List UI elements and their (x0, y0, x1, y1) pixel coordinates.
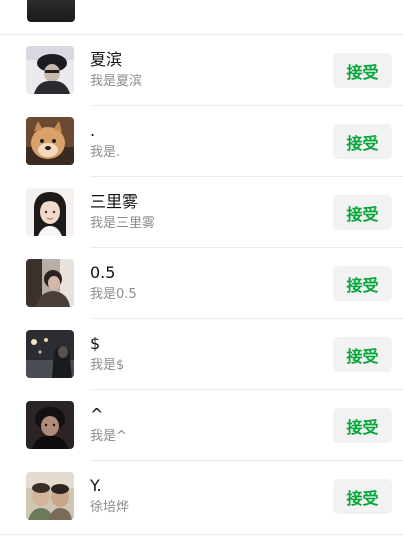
request-message: 我是三里雾 (90, 216, 156, 231)
friend-request-list: 夏滨 我是夏滨 接受 . 我是. 接受 三里雾 我是三里雾 接受 0.5 我是0… (0, 0, 403, 554)
request-message: 我是^ (90, 429, 127, 444)
avatar[interactable] (26, 117, 74, 165)
contact-name: Y. (90, 476, 102, 495)
avatar (27, 0, 75, 22)
accept-button[interactable]: 接受 (333, 124, 392, 159)
accept-button[interactable]: 接受 (333, 266, 392, 301)
request-message: 徐培烨 (90, 500, 130, 515)
avatar[interactable] (26, 46, 74, 94)
list-item[interactable]: ^ 我是^ 接受 (0, 390, 403, 461)
contact-name: $ (90, 334, 101, 353)
request-message: 我是$ (90, 358, 125, 373)
avatar[interactable] (26, 188, 74, 236)
accept-button[interactable]: 接受 (333, 408, 392, 443)
list-item[interactable]: 三里雾 我是三里雾 接受 (0, 177, 403, 248)
list-item[interactable]: Y. 徐培烨 接受 (0, 461, 403, 532)
contact-name: 夏滨 (90, 50, 123, 69)
contact-name: 三里雾 (90, 192, 139, 211)
accept-button[interactable]: 接受 (333, 53, 392, 88)
avatar[interactable] (26, 259, 74, 307)
avatar[interactable] (26, 401, 74, 449)
list-item[interactable]: . 我是. 接受 (0, 106, 403, 177)
accept-button[interactable]: 接受 (333, 479, 392, 514)
accept-button[interactable]: 接受 (333, 337, 392, 372)
contact-name: . (90, 121, 96, 140)
request-message: 我是夏滨 (90, 74, 143, 89)
accept-button[interactable]: 接受 (333, 195, 392, 230)
request-message: 我是. (90, 145, 121, 160)
avatar[interactable] (26, 472, 74, 520)
avatar[interactable] (26, 330, 74, 378)
previous-list-item-partial (0, 0, 403, 35)
contact-name: 0.5 (90, 263, 116, 282)
list-item[interactable]: 0.5 我是0.5 接受 (0, 248, 403, 319)
contact-name: ^ (90, 405, 104, 424)
list-item[interactable]: 夏滨 我是夏滨 接受 (0, 35, 403, 106)
divider (0, 534, 403, 535)
request-message: 我是0.5 (90, 287, 137, 302)
list-item[interactable]: $ 我是$ 接受 (0, 319, 403, 390)
